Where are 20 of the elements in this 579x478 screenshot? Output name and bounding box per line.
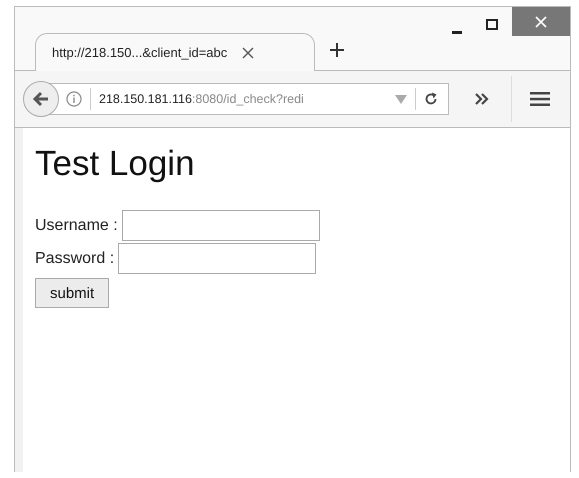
overflow-icon[interactable] bbox=[475, 93, 489, 105]
reload-icon[interactable] bbox=[424, 92, 438, 106]
field-label: Username : bbox=[35, 216, 118, 234]
input-field[interactable] bbox=[118, 243, 316, 274]
close-icon bbox=[535, 16, 547, 28]
back-arrow-icon bbox=[32, 91, 50, 107]
address-bar[interactable]: 218.150.181.116:8080/id_check?redi bbox=[49, 83, 449, 115]
url-text: 218.150.181.116:8080/id_check?redi bbox=[99, 92, 305, 106]
page-heading: Test Login bbox=[35, 144, 196, 184]
submit-button[interactable]: submit bbox=[35, 278, 110, 308]
field-label: Password : bbox=[35, 250, 114, 268]
menu-icon[interactable] bbox=[530, 91, 550, 107]
browser-tab[interactable]: http://218.150...&client_id=abc bbox=[35, 33, 315, 71]
input-field[interactable] bbox=[122, 210, 320, 241]
close-button[interactable] bbox=[512, 7, 570, 36]
back-button[interactable] bbox=[23, 81, 59, 117]
new-tab-icon[interactable] bbox=[329, 42, 345, 58]
info-icon[interactable] bbox=[66, 91, 82, 107]
maximize-icon[interactable] bbox=[486, 19, 498, 30]
close-icon[interactable] bbox=[241, 46, 256, 60]
